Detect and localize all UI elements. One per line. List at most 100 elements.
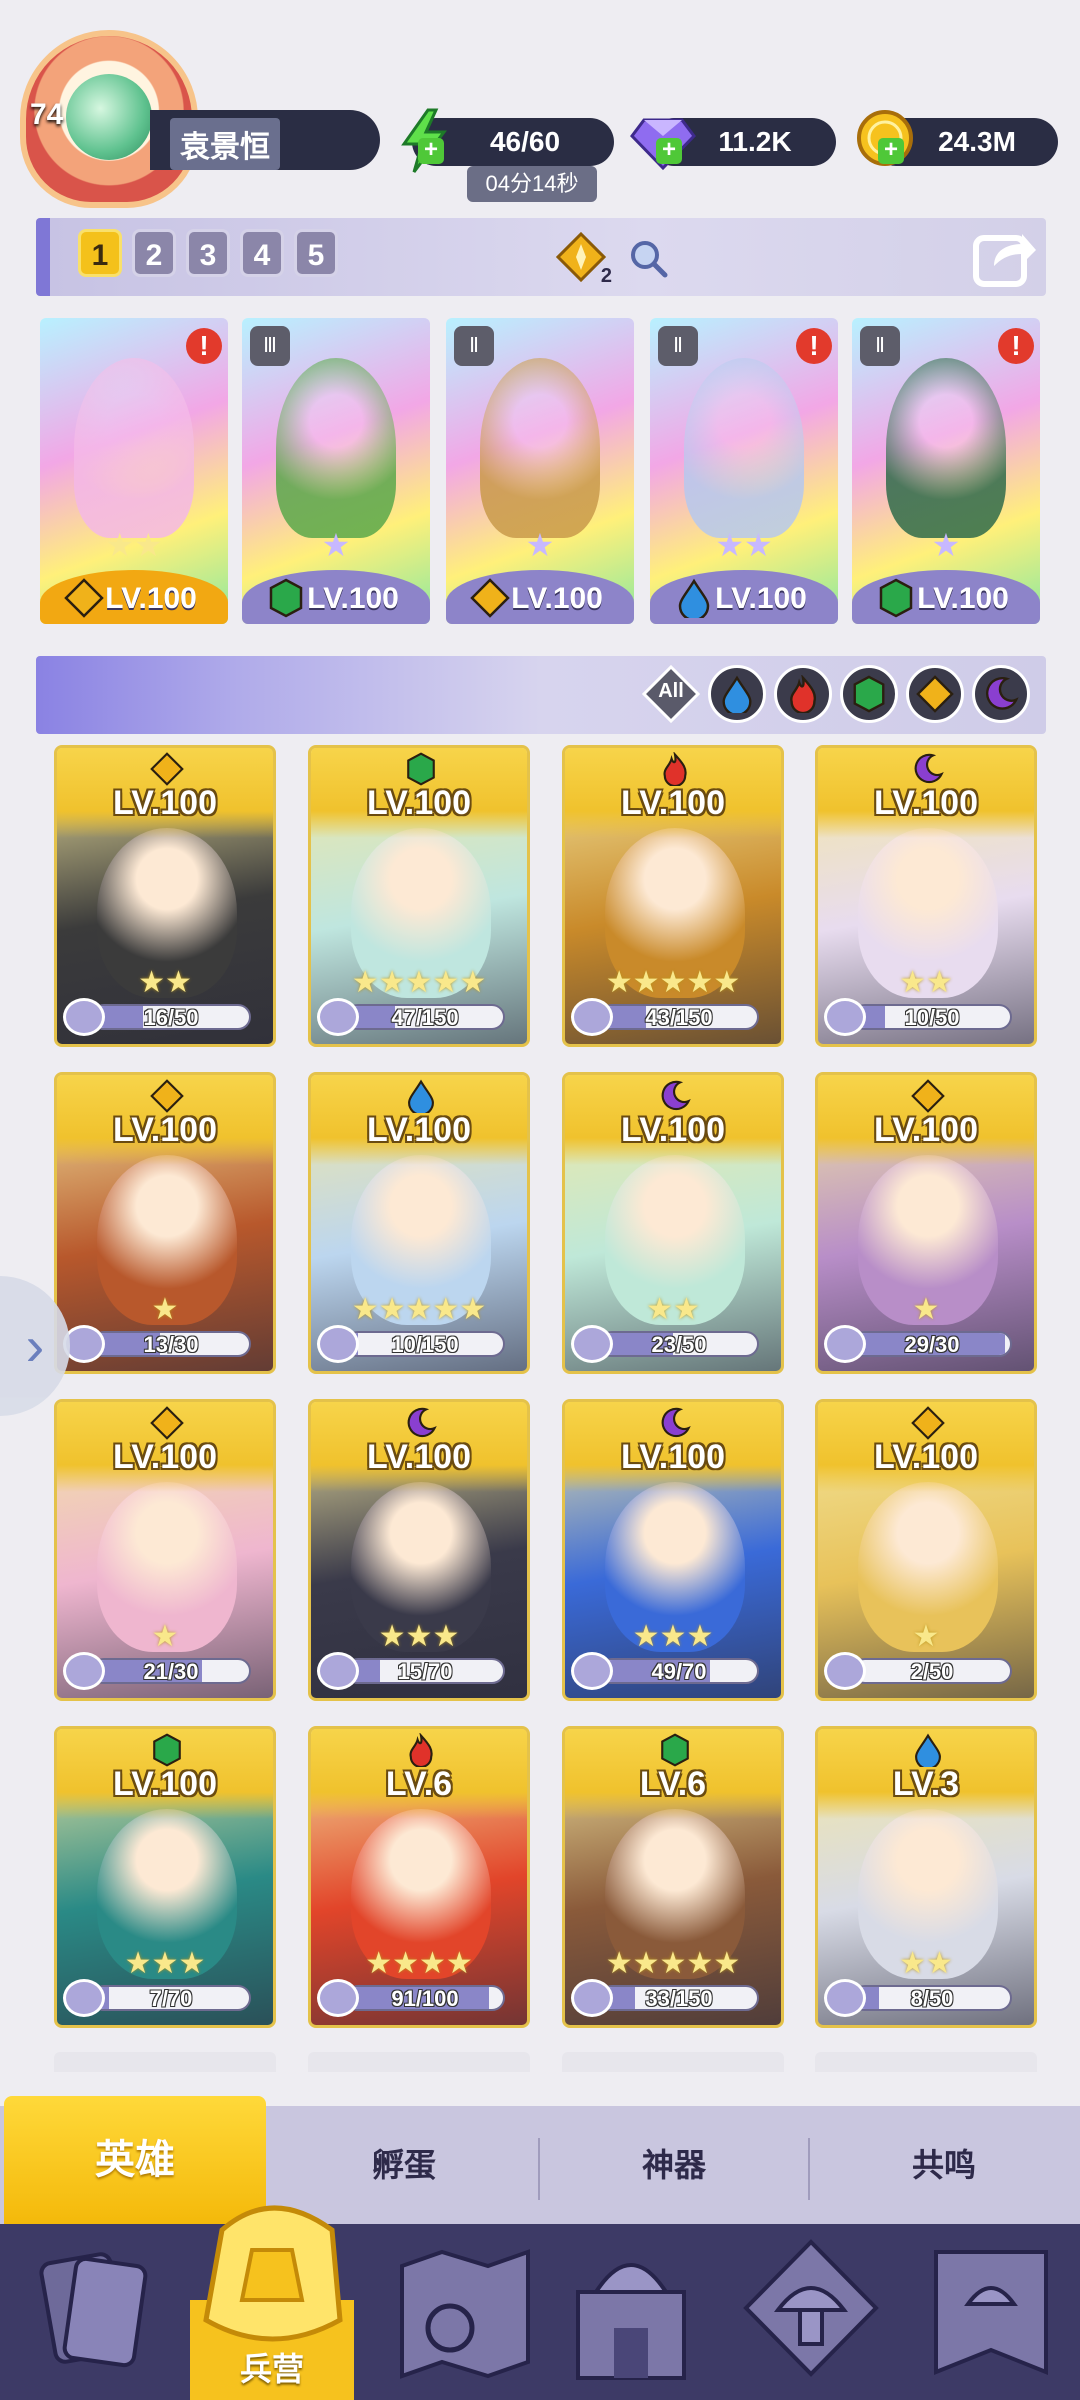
soul-shard-icon — [571, 998, 613, 1036]
nav-cards[interactable] — [18, 2232, 168, 2392]
shard-progress-bar: 33/150 — [599, 1985, 759, 2011]
team-tab-2[interactable]: 2 — [132, 229, 176, 277]
hero-card[interactable]: LV.100 ★★★ 49/70 — [562, 1399, 784, 1701]
soul-shard-icon — [571, 1325, 613, 1363]
castle-icon — [576, 2263, 686, 2380]
filter-all-label: All — [658, 680, 684, 702]
hero-card[interactable]: LV.100 ★★★★★ 43/150 — [562, 745, 784, 1047]
hero-level: LV.100 — [621, 1438, 725, 1476]
hero-portrait — [74, 358, 194, 538]
team-hero-card[interactable]: Ⅱ! ★ LV.100 — [852, 318, 1040, 624]
hero-card[interactable]: LV.100 ★ 13/30 — [54, 1072, 276, 1374]
gems-counter[interactable]: + 11.2K — [630, 118, 836, 171]
hero-card[interactable]: LV.100 ★ 29/30 — [815, 1072, 1037, 1374]
filter-dark-button[interactable] — [972, 665, 1030, 723]
nav-mushroom[interactable] — [736, 2232, 886, 2392]
nav-guild[interactable] — [916, 2232, 1066, 2392]
fire-element-icon — [774, 665, 832, 723]
gems-value: 11.2K — [718, 126, 792, 157]
hero-rank-badge: Ⅱ — [860, 326, 900, 366]
team-hero-card[interactable]: Ⅲ ★ LV.100 — [242, 318, 430, 624]
gems-plus-icon[interactable]: + — [656, 138, 682, 164]
hero-level-text: LV.100 — [105, 582, 197, 615]
hero-level-text: LV.100 — [917, 582, 1009, 615]
filter-all-button[interactable]: All — [641, 664, 701, 724]
gold-plus-icon[interactable]: + — [878, 138, 904, 164]
energy-plus-icon[interactable]: + — [418, 138, 444, 164]
hero-card[interactable]: LV.100 ★★★★★ 47/150 — [308, 745, 530, 1047]
shard-count: 49/70 — [651, 1659, 707, 1684]
gold-counter[interactable]: + 24.3M — [857, 110, 1058, 166]
share-icon[interactable] — [972, 222, 1040, 290]
hero-card[interactable]: LV.100 ★ 21/30 — [54, 1399, 276, 1701]
hero-level: LV.100 — [874, 784, 978, 822]
hero-stars: ★★★ — [124, 1947, 206, 1980]
cards-icon — [39, 2252, 148, 2368]
filter-fire-button[interactable] — [774, 665, 832, 723]
shard-count: 23/50 — [651, 1332, 707, 1357]
team-cost-badge[interactable]: 2 — [555, 231, 612, 287]
hero-card[interactable]: LV.100 ★★★★★ 10/150 — [308, 1072, 530, 1374]
magnifier-icon[interactable] — [628, 238, 668, 278]
nature-element-icon — [150, 1733, 184, 1767]
shard-count: 29/30 — [904, 1332, 960, 1357]
hero-rank-badge: Ⅲ — [250, 326, 290, 366]
team-hero-card[interactable]: ! ★★ LV.100 — [40, 318, 228, 624]
nav-map[interactable] — [390, 2232, 540, 2392]
hero-card[interactable]: LV.6 ★★★★★ 33/150 — [562, 1726, 784, 2028]
hero-level: LV.100 — [367, 1111, 471, 1149]
hero-stars: ★ — [151, 1620, 179, 1653]
light-element-icon — [64, 578, 104, 618]
hero-stars: ★★★★★ — [351, 1293, 487, 1326]
tab-artifacts[interactable]: 神器 — [540, 2106, 808, 2224]
hero-card[interactable]: LV.100 ★★★ 7/70 — [54, 1726, 276, 2028]
hero-card[interactable]: LV.100 ★★ 16/50 — [54, 745, 276, 1047]
filter-nature-button[interactable] — [840, 665, 898, 723]
nature-element-icon — [840, 665, 898, 723]
tab-resonance[interactable]: 共鸣 — [810, 2106, 1078, 2224]
shard-progress-bar: 29/30 — [852, 1331, 1012, 1357]
hero-portrait — [480, 358, 600, 538]
hero-stars: ★★ — [646, 1293, 700, 1326]
hero-stars: ★★ — [715, 527, 773, 563]
shard-count: 10/150 — [391, 1332, 459, 1357]
hero-card[interactable]: LV.100 ★★ 23/50 — [562, 1072, 784, 1374]
soul-shard-icon — [571, 1979, 613, 2017]
team-tab-3[interactable]: 3 — [186, 229, 230, 277]
team-tab-5[interactable]: 5 — [294, 229, 338, 277]
nav-castle[interactable] — [556, 2232, 706, 2392]
hero-card[interactable]: LV.100 ★★★ 15/70 — [308, 1399, 530, 1701]
filter-light-button[interactable] — [906, 665, 964, 723]
team-tab-1[interactable]: 1 — [78, 229, 122, 277]
hero-level: LV.100 — [113, 1765, 217, 1803]
team-hero-card[interactable]: Ⅱ! ★★ LV.100 — [650, 318, 838, 624]
hero-level: LV.100 — [874, 1438, 978, 1476]
hero-level: LV.100 — [621, 784, 725, 822]
hero-level: LV.3 — [892, 1765, 960, 1803]
next-row-peek — [815, 2052, 1037, 2072]
nav-barracks-label: 兵营 — [239, 2351, 304, 2387]
hero-portrait — [886, 358, 1006, 538]
hero-card[interactable]: LV.100 ★ 2/50 — [815, 1399, 1037, 1701]
shard-progress-bar: 10/150 — [345, 1331, 505, 1357]
fire-element-icon — [404, 1732, 438, 1768]
shard-count: 43/150 — [645, 1005, 713, 1030]
hero-card[interactable]: LV.100 ★★ 10/50 — [815, 745, 1037, 1047]
filter-water-button[interactable] — [708, 665, 766, 723]
hero-stars: ★★★ — [378, 1620, 460, 1653]
shard-count: 15/70 — [397, 1659, 453, 1684]
nature-element-icon — [876, 578, 916, 618]
water-element-icon — [404, 1079, 438, 1116]
energy-counter[interactable]: + 46/60 — [401, 108, 614, 173]
hero-level: LV.100 — [113, 1438, 217, 1476]
team-tab-4[interactable]: 4 — [240, 229, 284, 277]
player-name: 袁景恒 — [170, 118, 280, 170]
nav-barracks[interactable]: 兵营 — [182, 2190, 362, 2400]
soul-shard-icon — [317, 1652, 359, 1690]
hero-level: LV.100 — [113, 784, 217, 822]
shard-progress-bar: 91/100 — [345, 1985, 505, 2011]
hero-card[interactable]: LV.6 ★★★★ 91/100 — [308, 1726, 530, 2028]
shard-progress-bar: 47/150 — [345, 1004, 505, 1030]
team-hero-card[interactable]: Ⅱ ★ LV.100 — [446, 318, 634, 624]
hero-card[interactable]: LV.3 ★★ 8/50 — [815, 1726, 1037, 2028]
